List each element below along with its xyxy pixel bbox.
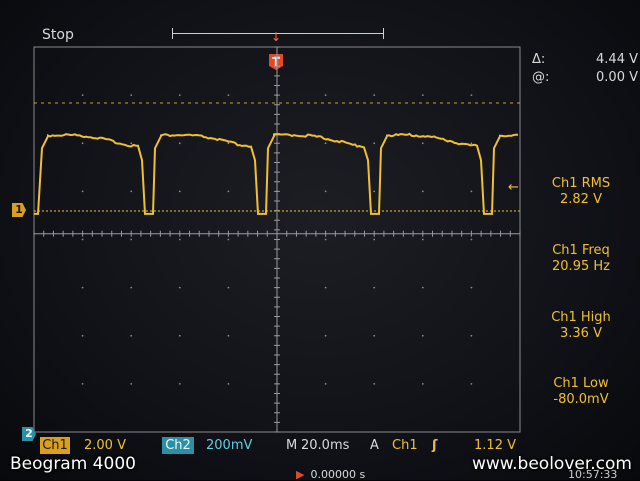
trigger-slope-icon: ʃ bbox=[432, 438, 438, 453]
grid-dot bbox=[421, 190, 424, 193]
grid-dot bbox=[324, 286, 327, 289]
grid-dot bbox=[324, 383, 327, 385]
grid-dot bbox=[227, 286, 230, 289]
measurement-rms-value: 2.82 V bbox=[560, 192, 602, 207]
grid-dot bbox=[178, 142, 181, 145]
readout-panel: Δ: 4.44 V @: 0.00 V Ch1 RMS 2.82 V Ch1 F… bbox=[526, 52, 640, 432]
measurement-high: Ch1 High 3.36 V bbox=[526, 310, 636, 342]
grid-dot bbox=[178, 286, 181, 289]
grid-dot bbox=[130, 238, 133, 241]
grid-dot bbox=[324, 94, 327, 96]
grid-dot bbox=[470, 334, 473, 337]
offset-arrow-icon: ▶ bbox=[296, 468, 305, 481]
grid-dot bbox=[324, 334, 327, 337]
ch1-badge[interactable]: Ch1 bbox=[40, 437, 70, 454]
measurement-freq: Ch1 Freq 20.95 Hz bbox=[526, 243, 636, 275]
trigger-level-value: 1.12 V bbox=[474, 438, 516, 453]
trigger-level-arrow-icon: ← bbox=[508, 180, 519, 195]
grid-dot bbox=[373, 142, 376, 145]
at-icon: @: bbox=[532, 70, 550, 85]
grid-dot bbox=[178, 190, 181, 193]
grid-dot bbox=[324, 142, 327, 145]
grid-dot bbox=[178, 94, 181, 96]
grid-dot bbox=[227, 334, 230, 337]
oscilloscope-screen: Stop ↓ T 1 2 ← Δ: 4.44 V @: 0.00 V Ch1 R… bbox=[0, 0, 640, 481]
caption-website: www.beolover.com bbox=[472, 454, 632, 474]
grid-dot bbox=[373, 190, 376, 193]
grid-dot bbox=[178, 334, 181, 337]
measurement-freq-label: Ch1 Freq bbox=[552, 243, 610, 258]
time-offset-readout: ▶ 0.00000 s bbox=[296, 468, 365, 481]
grid-dot bbox=[421, 334, 424, 337]
measurement-high-value: 3.36 V bbox=[560, 326, 602, 341]
grid-dot bbox=[421, 94, 424, 96]
grid-dot bbox=[470, 142, 473, 145]
measurement-low-value: -80.0mV bbox=[553, 392, 609, 407]
graticule-center-axes bbox=[33, 46, 521, 433]
grid-dot bbox=[421, 142, 424, 145]
grid-dot bbox=[373, 94, 376, 96]
grid-dot bbox=[227, 383, 230, 385]
measurement-high-label: Ch1 High bbox=[551, 310, 611, 325]
measurement-rms-label: Ch1 RMS bbox=[551, 176, 611, 191]
main-timebase-label: M bbox=[286, 438, 298, 453]
cursor-at-value: 0.00 V bbox=[596, 70, 638, 85]
measurement-low-label: Ch1 Low bbox=[553, 376, 609, 391]
grid-dot bbox=[130, 190, 133, 193]
ch1-scale: 2.00 V bbox=[84, 438, 126, 453]
grid-dot bbox=[81, 142, 84, 145]
cursor-delta-value: 4.44 V bbox=[596, 52, 638, 67]
timebase-value: 20.0ms bbox=[301, 438, 350, 453]
grid-dot bbox=[81, 190, 84, 193]
grid-dot bbox=[324, 190, 327, 193]
grid-dot bbox=[227, 142, 230, 145]
measurement-rms: Ch1 RMS 2.82 V bbox=[526, 176, 636, 208]
trigger-source: Ch1 bbox=[392, 438, 418, 453]
grid-dot bbox=[373, 334, 376, 337]
acquisition-label: A bbox=[370, 438, 379, 453]
grid-dot bbox=[130, 94, 133, 96]
grid-dot bbox=[227, 94, 230, 96]
grid-dot bbox=[421, 383, 424, 385]
grid-dot bbox=[421, 238, 424, 241]
grid-dot bbox=[470, 94, 473, 96]
grid-dot bbox=[227, 238, 230, 241]
cursor-at-row: @: 0.00 V bbox=[532, 70, 640, 86]
channel-settings-bar: Ch1 2.00 V Ch2 200mV M 20.0ms A Ch1 ʃ 1.… bbox=[40, 437, 520, 455]
grid-dot bbox=[421, 286, 424, 289]
grid-dot bbox=[373, 383, 376, 385]
offset-value: 0.00000 s bbox=[310, 468, 366, 481]
grid-dot bbox=[130, 286, 133, 289]
measurement-freq-value: 20.95 Hz bbox=[552, 259, 610, 274]
ch1-waveform-trace bbox=[34, 132, 519, 215]
grid-dot bbox=[373, 286, 376, 289]
grid-dot bbox=[373, 238, 376, 241]
grid-dot bbox=[81, 383, 84, 385]
grid-dot bbox=[470, 238, 473, 241]
grid-dot bbox=[178, 383, 181, 385]
caption-model-name: Beogram 4000 bbox=[10, 454, 136, 474]
grid-dot bbox=[130, 334, 133, 337]
grid-dot bbox=[81, 238, 84, 241]
measurement-low: Ch1 Low -80.0mV bbox=[526, 376, 636, 408]
ch2-scale: 200mV bbox=[206, 438, 253, 453]
grid-dot bbox=[81, 334, 84, 337]
grid-dot bbox=[81, 286, 84, 289]
grid-dot bbox=[470, 286, 473, 289]
grid-dot bbox=[178, 238, 181, 241]
grid-dot bbox=[130, 142, 133, 145]
cursor-delta-row: Δ: 4.44 V bbox=[532, 52, 640, 68]
grid-dot bbox=[227, 190, 230, 193]
grid-dot bbox=[81, 94, 84, 96]
grid-dot bbox=[324, 238, 327, 241]
grid-dot bbox=[130, 383, 133, 385]
ch2-badge[interactable]: Ch2 bbox=[162, 437, 194, 454]
grid-dot bbox=[470, 190, 473, 193]
grid-dot bbox=[470, 383, 473, 385]
delta-icon: Δ: bbox=[532, 52, 546, 67]
